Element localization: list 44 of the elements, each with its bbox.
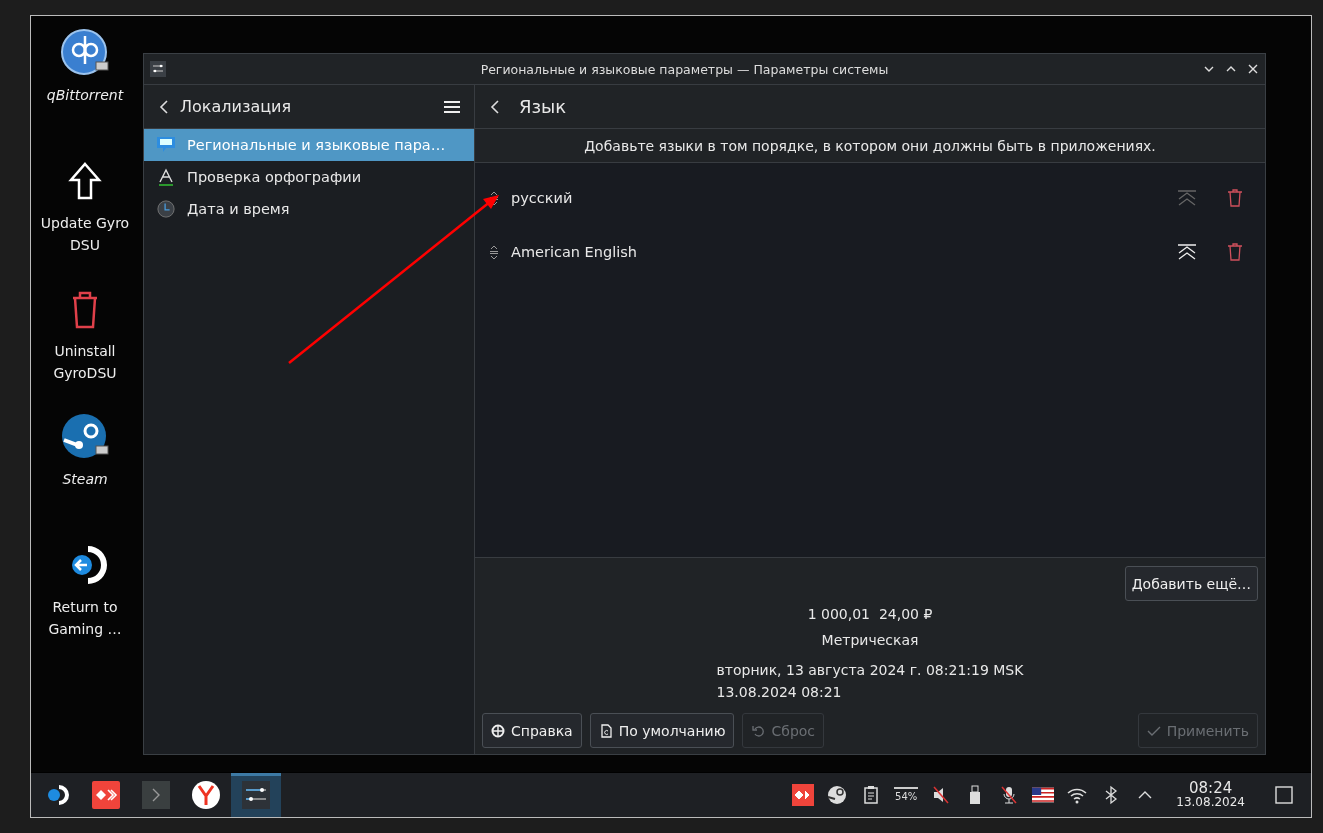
trash-icon[interactable] — [1227, 189, 1243, 207]
steam-icon[interactable] — [826, 784, 849, 806]
undo-icon — [751, 723, 766, 738]
icon-label: Update Gyro DSU — [39, 214, 131, 255]
battery-indicator[interactable]: 54% — [894, 786, 919, 804]
language-name: русский — [511, 190, 574, 206]
sidebar-item[interactable]: Дата и время — [144, 193, 474, 225]
letter-icon — [156, 168, 176, 186]
show-desktop-icon[interactable] — [1273, 784, 1295, 806]
lifebuoy-icon — [491, 723, 505, 738]
close-icon[interactable] — [1247, 63, 1259, 75]
sidebar-item[interactable]: Проверка орфографии — [144, 161, 474, 193]
browser-icon — [191, 780, 221, 810]
icon-label: Return to Gaming … — [47, 598, 123, 639]
page-title: Язык — [519, 96, 567, 117]
defaults-button[interactable]: По умолчанию — [589, 713, 735, 748]
measurement-preview: Метрическая — [821, 631, 919, 650]
menu-icon[interactable] — [444, 99, 460, 114]
speech-bubble-icon — [156, 136, 176, 154]
sliders-icon — [241, 780, 271, 810]
icon-label: qBittorrent — [45, 86, 125, 105]
language-name: American English — [511, 244, 638, 260]
clock[interactable]: 08:24 13.08.2024 — [1176, 781, 1245, 809]
sliders-icon — [150, 61, 166, 77]
icon-label: Steam — [61, 470, 109, 489]
back-icon[interactable] — [489, 98, 501, 115]
remote-desktop-icon — [91, 780, 121, 810]
add-more-button[interactable]: Добавить ещё… — [1124, 566, 1258, 601]
icon-label: Uninstall GyroDSU — [52, 342, 118, 383]
window-title: Региональные и языковые параметры — Параметры системы — [479, 61, 890, 77]
trash-icon[interactable] — [1227, 243, 1243, 261]
document-icon — [598, 723, 613, 738]
date-preview: вторник, 13 августа 2024 г. 08:21:19 MSK — [716, 661, 1024, 680]
remote-desktop-icon[interactable] — [792, 784, 815, 806]
drag-handle-icon[interactable] — [489, 243, 499, 261]
sidebar-title: Локализация — [180, 97, 293, 116]
date-preview: 13.08.2024 08:21 — [716, 683, 843, 702]
app-icon[interactable] — [60, 28, 110, 78]
drag-handle-icon[interactable] — [489, 189, 499, 207]
terminal-icon — [141, 780, 171, 810]
clock-icon — [156, 200, 176, 218]
back-icon[interactable] — [158, 98, 170, 115]
number-preview: 1 000,01 24,00 ₽ — [807, 605, 933, 624]
help-button[interactable]: Справка — [482, 713, 582, 748]
